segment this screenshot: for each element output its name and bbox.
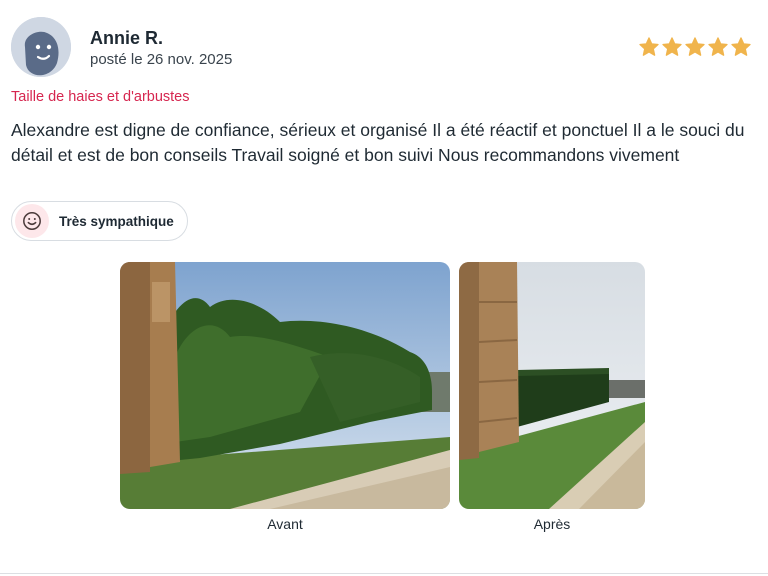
rating-stars	[638, 36, 752, 58]
author-name: Annie R.	[90, 28, 164, 48]
user-avatar-icon	[11, 17, 71, 77]
photo-caption-before: Avant	[267, 516, 303, 532]
star-icon	[662, 37, 682, 56]
service-category: Taille de haies et d'arbustes	[11, 89, 190, 105]
star-icon	[708, 37, 728, 56]
photo-after[interactable]	[459, 262, 645, 509]
divider	[0, 573, 768, 574]
post-date: posté le 26 nov. 2025	[90, 51, 233, 68]
star-icon	[685, 37, 705, 56]
star-icon	[639, 37, 659, 56]
photo-before[interactable]	[120, 262, 450, 509]
avatar	[11, 17, 71, 77]
photo-caption-after: Après	[533, 516, 571, 532]
smiley-icon	[15, 204, 49, 238]
review-text: Alexandre est digne de confiance, sérieu…	[11, 120, 745, 165]
review-card: Annie R. posté le 26 nov. 2025 Taille de…	[0, 0, 768, 576]
tag-pill: Très sympathique	[11, 201, 188, 241]
tag-label: Très sympathique	[59, 213, 174, 229]
star-icon	[731, 37, 751, 56]
